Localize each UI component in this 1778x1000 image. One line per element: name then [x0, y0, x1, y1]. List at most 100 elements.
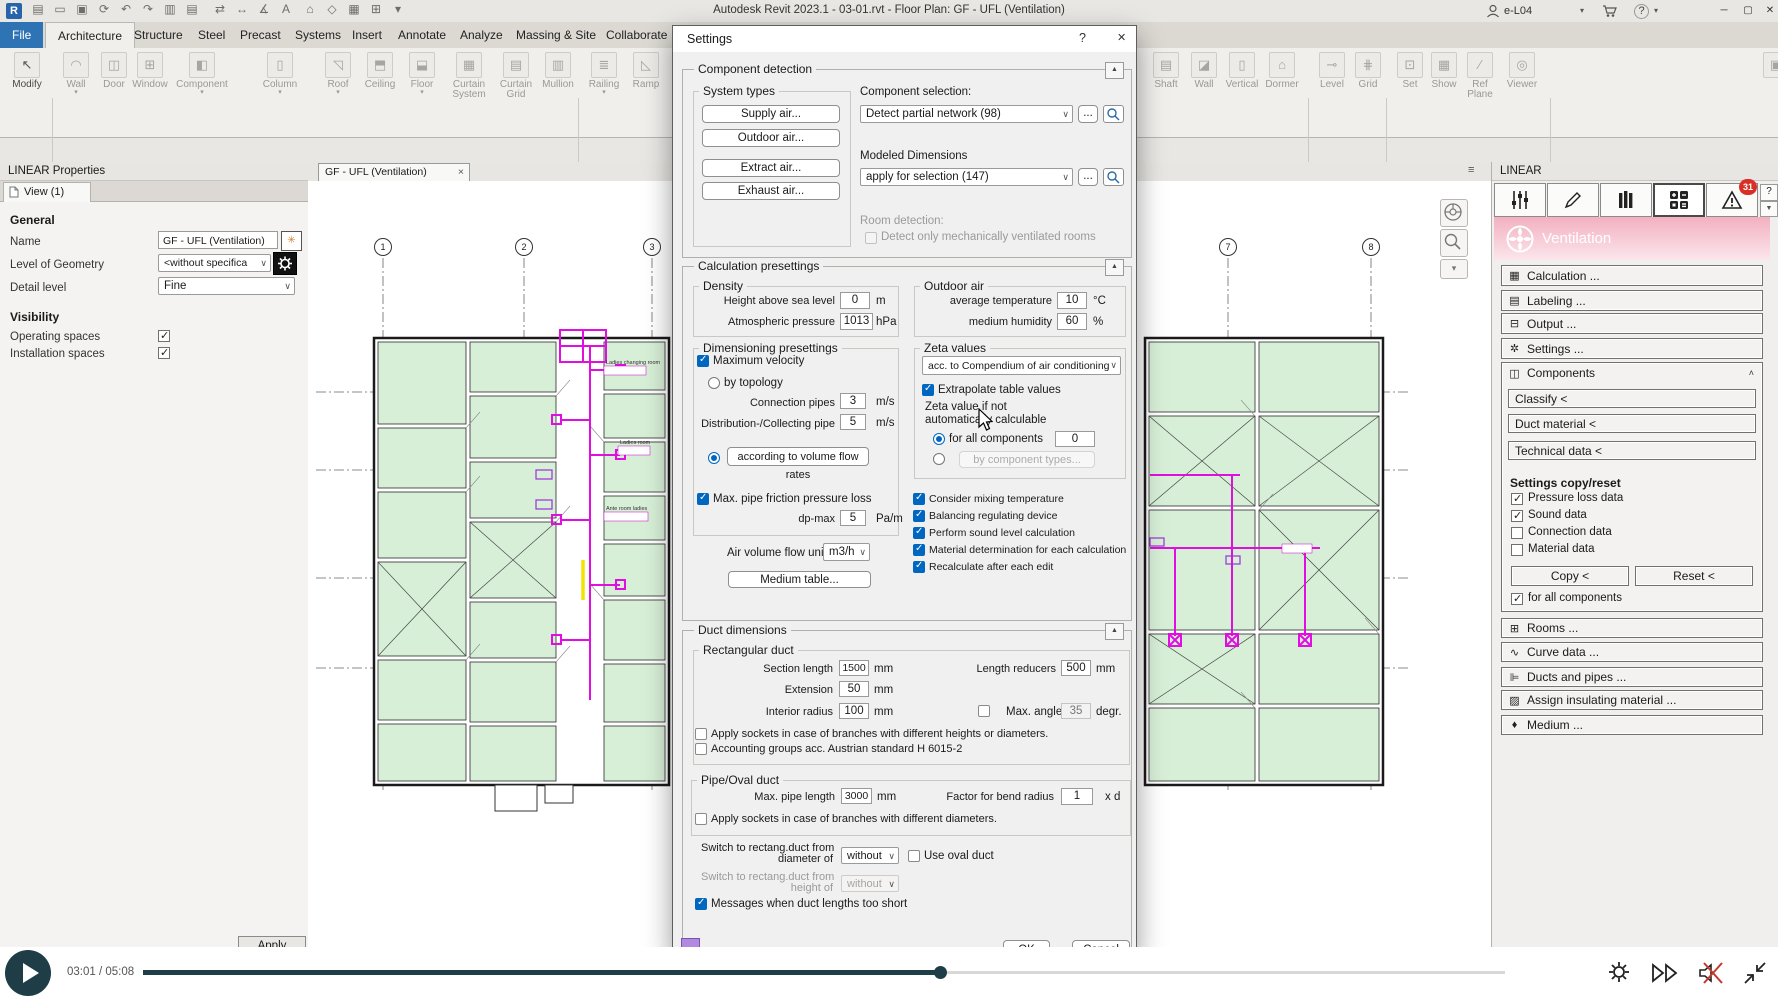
ribbon-viewer-button[interactable]: ◎Viewer	[1504, 52, 1540, 90]
medium-button[interactable]: ♦Medium ...	[1501, 715, 1763, 735]
switch-diameter-select[interactable]: without	[841, 847, 899, 864]
sound-data-checkbox[interactable]	[1511, 510, 1523, 522]
ribbon-wall-button[interactable]: ◠Wall	[58, 52, 94, 96]
progress-remaining[interactable]	[947, 971, 1505, 974]
zeta-values-select[interactable]: acc. to Compendium of air conditioning	[922, 356, 1121, 375]
use-oval-duct-checkbox[interactable]	[908, 850, 920, 862]
curve-data-button[interactable]: ∿Curve data ...	[1501, 642, 1763, 662]
component-selection-more-button[interactable]: ...	[1078, 105, 1098, 123]
play-button[interactable]	[5, 950, 51, 996]
sound-level-checkbox[interactable]	[913, 527, 925, 539]
volume-flow-rates-button[interactable]: according to volume flow rates	[727, 447, 869, 466]
for-all-components-checkbox[interactable]	[1511, 593, 1523, 605]
max-angle-field[interactable]: 35	[1061, 703, 1091, 719]
modify-button[interactable]: ↖ Modify	[6, 52, 48, 90]
connection-pipes-field[interactable]: 3	[840, 393, 866, 409]
view-tab-active[interactable]: GF - UFL (Ventilation) ×	[318, 163, 470, 181]
material-data-checkbox[interactable]	[1511, 544, 1523, 556]
dialog-help-button[interactable]: ?	[1079, 31, 1086, 45]
linear-help-button[interactable]: ?	[1760, 184, 1778, 201]
dialog-close-button[interactable]: ✕	[1117, 31, 1126, 44]
volume-flow-rates-radio[interactable]	[708, 452, 720, 464]
mixing-temperature-checkbox[interactable]	[913, 493, 925, 505]
switch-height-select[interactable]: without	[841, 875, 899, 892]
by-component-types-button[interactable]: by component types...	[959, 451, 1095, 468]
rooms-button[interactable]: ⊞Rooms ...	[1501, 618, 1763, 638]
medium-table-button[interactable]: Medium table...	[728, 571, 871, 588]
store-cart-icon[interactable]	[1602, 4, 1617, 18]
level-of-geometry-select[interactable]: <without specifica	[158, 254, 271, 272]
section-length-field[interactable]: 1500	[839, 660, 869, 676]
ribbon-wall-opening-button[interactable]: ◪Wall	[1186, 52, 1222, 90]
reset-button[interactable]: Reset <	[1635, 566, 1753, 586]
zeta-for-all-radio[interactable]	[933, 433, 945, 445]
geometry-gear-button[interactable]	[273, 252, 297, 275]
assign-insulating-material-button[interactable]: ▨Assign insulating material ...	[1501, 690, 1763, 710]
settings-dialog-titlebar[interactable]: Settings ? ✕	[673, 26, 1136, 52]
ribbon-railing-button[interactable]: ≣Railing	[586, 52, 622, 96]
calculation-presettings-collapse-button[interactable]	[1105, 259, 1124, 276]
view-tab-menu-icon[interactable]: ≡	[1468, 164, 1474, 176]
zoom-button[interactable]	[1440, 229, 1468, 257]
length-reducers-field[interactable]: 500	[1061, 660, 1091, 676]
name-field[interactable]: GF - UFL (Ventilation)	[158, 231, 278, 249]
ribbon-curtain-system-button[interactable]: ▦Curtain System	[446, 52, 492, 100]
tab-structure[interactable]: Structure	[122, 22, 195, 48]
ribbon-roof-button[interactable]: ◹Roof	[320, 52, 356, 96]
apply-sockets-diameters-checkbox[interactable]	[695, 813, 707, 825]
components-header[interactable]: ◫Components ˄	[1502, 363, 1762, 383]
labeling-button[interactable]: ▤Labeling ...	[1501, 290, 1763, 311]
tab-massing-site[interactable]: Massing & Site	[504, 22, 608, 48]
rename-button[interactable]: ✳	[281, 231, 302, 251]
linear-overflow-button[interactable]: ▼	[1760, 201, 1778, 217]
component-detection-collapse-button[interactable]	[1105, 62, 1124, 79]
ribbon-floor-button[interactable]: ⬓Floor	[404, 52, 440, 96]
modeled-dimensions-more-button[interactable]: ...	[1078, 168, 1098, 186]
ribbon-vertical-button[interactable]: ▯Vertical	[1224, 52, 1260, 90]
nav-more-button[interactable]: ▾	[1440, 259, 1468, 279]
component-selection-pick-button[interactable]	[1103, 105, 1124, 123]
player-settings-button[interactable]	[1605, 958, 1633, 986]
extension-field[interactable]: 50	[839, 681, 869, 697]
ribbon-set-button[interactable]: ⊡Set	[1392, 52, 1428, 90]
max-friction-checkbox[interactable]	[697, 493, 709, 505]
modeled-dimensions-select[interactable]: apply for selection (147)	[860, 168, 1073, 186]
output-button[interactable]: ⊟Output ...	[1501, 313, 1763, 334]
ribbon-curtain-grid-button[interactable]: ▤Curtain Grid	[494, 52, 538, 100]
help-menu-chevron-icon[interactable]: ▾	[1654, 6, 1658, 15]
classify-button[interactable]: Classify <	[1508, 389, 1756, 408]
ribbon-show-button[interactable]: ▦Show	[1426, 52, 1462, 90]
user-avatar-icon[interactable]	[1486, 4, 1500, 18]
messages-checkbox[interactable]	[695, 898, 707, 910]
ribbon-component-button[interactable]: ◧Component	[176, 52, 228, 96]
dp-max-field[interactable]: 5	[840, 510, 866, 526]
height-above-sea-field[interactable]: 0	[840, 292, 870, 309]
average-temperature-field[interactable]: 10	[1057, 292, 1087, 309]
ribbon-shaft-button[interactable]: ▤Shaft	[1148, 52, 1184, 90]
ribbon-window-button[interactable]: ⊞Window	[132, 52, 168, 90]
air-volume-flow-unit-select[interactable]: m3/h	[823, 543, 870, 561]
ribbon-ramp-button[interactable]: ◺Ramp	[628, 52, 664, 90]
zeta-for-all-field[interactable]: 0	[1055, 431, 1095, 447]
max-angle-checkbox[interactable]	[978, 705, 990, 717]
installation-spaces-checkbox[interactable]	[158, 347, 170, 359]
bend-radius-field[interactable]: 1	[1061, 788, 1093, 805]
extrapolate-checkbox[interactable]	[922, 384, 934, 396]
linear-tab-dimensioning[interactable]	[1494, 183, 1546, 217]
linear-tab-calculation-active[interactable]	[1653, 183, 1705, 217]
ribbon-level-button[interactable]: ⊸Level	[1314, 52, 1350, 90]
medium-humidity-field[interactable]: 60	[1057, 313, 1087, 330]
ribbon-dormer-button[interactable]: ⌂Dormer	[1264, 52, 1300, 90]
user-account-label[interactable]: e-L04	[1504, 5, 1532, 17]
settings-button[interactable]: ✲Settings ...	[1501, 338, 1763, 359]
steering-wheel-button[interactable]	[1440, 199, 1468, 227]
components-collapse-icon[interactable]: ˄	[1749, 368, 1754, 378]
distribution-pipe-field[interactable]: 5	[840, 414, 866, 430]
ducts-and-pipes-button[interactable]: ⊫Ducts and pipes ...	[1501, 667, 1763, 687]
linear-tab-library[interactable]	[1600, 183, 1652, 217]
supply-air-button[interactable]: Supply air...	[702, 105, 840, 123]
recalculate-checkbox[interactable]	[913, 561, 925, 573]
window-maximize-button[interactable]: ▢	[1738, 0, 1758, 22]
tab-collaborate[interactable]: Collaborate	[594, 22, 679, 48]
exit-fullscreen-button[interactable]	[1742, 960, 1768, 986]
